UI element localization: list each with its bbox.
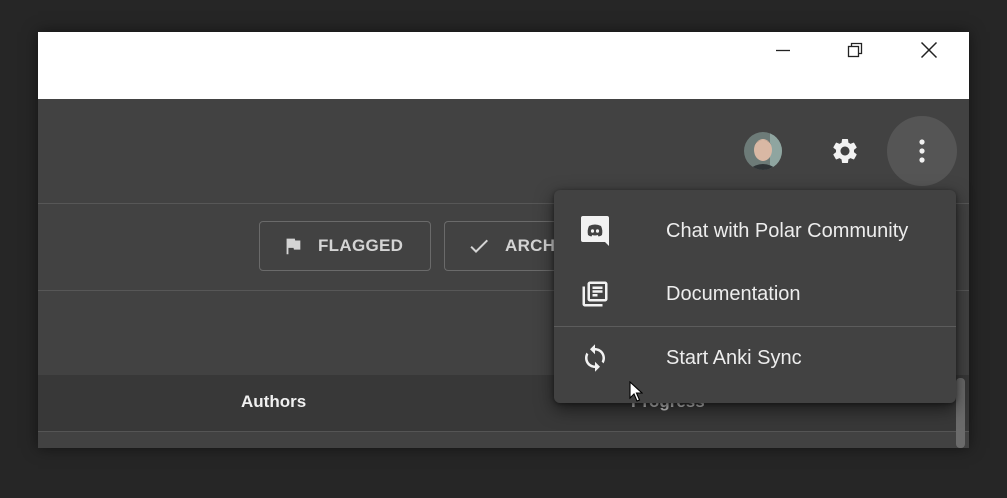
restore-button[interactable] — [832, 32, 878, 68]
menu-item-label: Chat with Polar Community — [666, 219, 909, 242]
sync-icon — [578, 341, 612, 375]
more-options-menu: Chat with Polar Community Documentation … — [554, 190, 956, 403]
menu-item-chat-community[interactable]: Chat with Polar Community — [554, 200, 956, 262]
restore-icon — [847, 42, 863, 58]
minimize-button[interactable] — [760, 32, 806, 68]
settings-button[interactable] — [828, 134, 862, 168]
menu-item-documentation[interactable]: Documentation — [554, 263, 956, 325]
discord-icon — [578, 214, 612, 248]
authors-column-header[interactable]: Authors — [241, 392, 306, 412]
flag-icon — [282, 235, 304, 257]
flagged-label: FLAGGED — [318, 236, 404, 255]
title-bar — [38, 32, 969, 99]
close-icon — [920, 41, 938, 59]
flagged-filter-button[interactable]: FLAGGED — [259, 221, 431, 271]
menu-item-label: Documentation — [666, 282, 801, 305]
menu-item-anki-sync[interactable]: Start Anki Sync — [554, 327, 956, 389]
table-row[interactable] — [38, 432, 969, 448]
more-options-button[interactable] — [887, 116, 957, 186]
more-vert-icon — [919, 139, 925, 163]
menu-item-label: Start Anki Sync — [666, 346, 802, 369]
app-bar — [38, 99, 969, 204]
gear-icon — [833, 138, 857, 163]
mouse-cursor-icon — [629, 381, 643, 402]
library-books-icon — [578, 277, 612, 311]
avatar[interactable] — [744, 132, 782, 170]
close-button[interactable] — [906, 32, 952, 68]
minimize-icon — [776, 49, 790, 52]
scrollbar[interactable] — [956, 378, 965, 448]
archived-label: ARCH — [505, 236, 556, 255]
check-icon — [467, 234, 491, 258]
